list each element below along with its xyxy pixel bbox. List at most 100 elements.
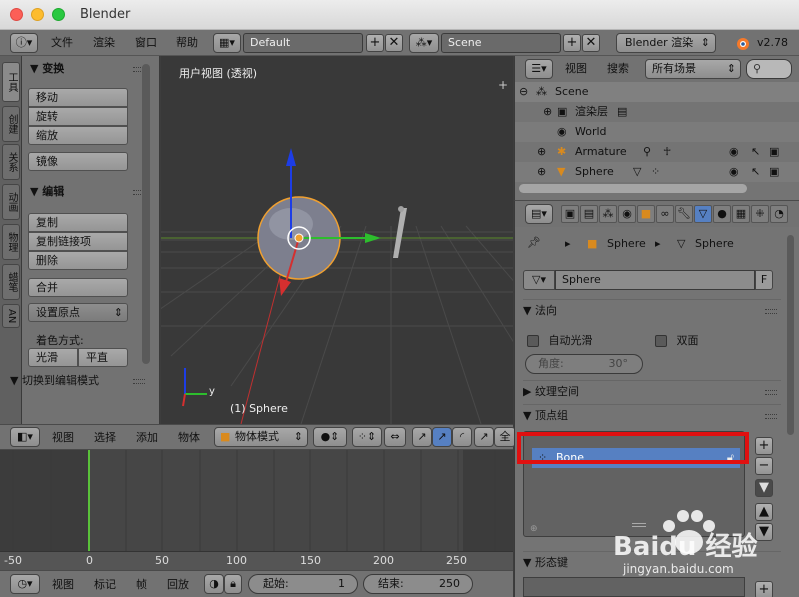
screen-layout-field[interactable]: Default — [243, 33, 363, 53]
panel-grip-icon[interactable] — [765, 414, 777, 419]
y-arrow-icon[interactable] — [365, 233, 381, 243]
mode-dropdown[interactable]: ■ 物体模式 ⇕ — [214, 427, 308, 447]
expand-icon[interactable]: ⊕ — [537, 162, 546, 182]
vertex-group-specials-button[interactable]: ▼ — [755, 479, 773, 497]
world-context-icon[interactable]: ◉ — [618, 205, 636, 223]
rotate-manipulator-button[interactable]: ↗ — [432, 427, 452, 447]
vertex-groups-panel-header[interactable]: ▼ 顶点组 — [523, 404, 781, 426]
render-engine-dropdown[interactable]: Blender 渲染 ⇕ — [616, 33, 716, 53]
preview-range-button[interactable]: ◑ — [204, 574, 224, 594]
duplicate-button[interactable]: 复制 — [28, 213, 128, 232]
pivot-point-button[interactable]: ⁘⇕ — [352, 427, 382, 447]
menu-object[interactable]: 物体 — [178, 428, 200, 448]
window-minimize-button[interactable] — [31, 8, 44, 21]
panel-grip-icon[interactable] — [765, 309, 777, 314]
eye-icon[interactable]: ◉ — [729, 142, 739, 162]
editor-type-outliner-button[interactable]: ☰▾ — [525, 59, 553, 79]
outliner-search-input[interactable]: ⚲ — [746, 59, 792, 79]
end-frame-field[interactable]: 结束: 250 — [363, 574, 473, 594]
shape-key-list[interactable] — [523, 577, 745, 597]
editor-type-3d-button[interactable]: ◧▾ — [10, 427, 40, 447]
delete-button[interactable]: 删除 — [28, 251, 128, 270]
scale-button[interactable]: 缩放 — [28, 126, 128, 145]
lock-range-button[interactable]: 🔒︎ — [224, 574, 242, 594]
outliner-row-armature[interactable]: ⊕ ✱ Armature ⚲ ☥ ◉ ↖ ▣ — [515, 142, 799, 162]
texture-context-icon[interactable]: ▦ — [732, 205, 750, 223]
tab-physics[interactable]: 物理 — [2, 224, 20, 260]
smooth-shading-button[interactable]: 光滑 — [28, 348, 78, 367]
add-vertex-group-button[interactable]: + — [755, 437, 773, 455]
screen-layout-icon-button[interactable]: ▦▾ — [213, 33, 241, 53]
tab-tools[interactable]: 工具 — [2, 62, 20, 102]
cursor-select-icon[interactable]: ↖ — [751, 162, 760, 182]
menu-marker[interactable]: 标记 — [94, 575, 116, 595]
editor-type-properties-button[interactable]: ▤▾ — [525, 204, 553, 224]
outliner-row-scene[interactable]: ⊖ ⁂ Scene — [515, 82, 799, 102]
mirror-button[interactable]: 镜像 — [28, 152, 128, 171]
texture-space-panel-header[interactable]: ▶ 纹理空间 — [523, 380, 781, 402]
add-screen-button[interactable]: + — [366, 34, 384, 52]
armature-bone[interactable] — [393, 208, 407, 258]
transform-orientation-button[interactable]: ↗ — [474, 427, 494, 447]
cursor-select-icon[interactable]: ↖ — [751, 142, 760, 162]
scale-manipulator-button[interactable]: ◜ — [452, 427, 472, 447]
properties-scrollbar[interactable] — [787, 235, 794, 435]
menu-timeline-view[interactable]: 视图 — [52, 575, 74, 595]
menu-frame[interactable]: 帧 — [136, 575, 147, 595]
join-button[interactable]: 合并 — [28, 278, 128, 297]
panel-grip-icon[interactable] — [765, 390, 777, 395]
constraints-context-icon[interactable]: ∞ — [656, 205, 674, 223]
timeline-ruler[interactable]: -50 0 50 100 150 200 250 — [0, 551, 513, 570]
toggle-edit-mode-header[interactable]: ▼ 切换到编辑模式 — [10, 372, 99, 388]
material-context-icon[interactable]: ● — [713, 205, 731, 223]
menu-outliner-search[interactable]: 搜索 — [607, 59, 629, 79]
tab-an[interactable]: AN — [2, 304, 20, 328]
shape-keys-panel-header[interactable]: ▼ 形态键 — [523, 551, 781, 573]
viewport-shading-button[interactable]: ●⇕ — [313, 427, 347, 447]
collapse-icon[interactable]: ⊖ — [519, 82, 528, 102]
panel-grip-icon[interactable] — [133, 379, 145, 384]
normals-panel-header[interactable]: ▼ 法向 — [523, 299, 781, 321]
tab-create[interactable]: 创建 — [2, 106, 20, 142]
camera-render-icon[interactable]: ▣ — [769, 162, 779, 182]
outliner-row-sphere[interactable]: ⊕ ▼ Sphere ▽ ⁘ ◉ ↖ ▣ — [515, 162, 799, 182]
angle-field[interactable]: 角度: 30° — [525, 354, 643, 374]
tool-shelf-scrollbar[interactable] — [142, 64, 150, 364]
flat-shading-button[interactable]: 平直 — [78, 348, 128, 367]
edit-panel-header[interactable]: ▼ 编辑 — [30, 183, 64, 199]
remove-scene-button[interactable]: ✕ — [582, 34, 600, 52]
scene-field[interactable]: Scene — [441, 33, 561, 53]
menu-window[interactable]: 窗口 — [135, 33, 157, 53]
menu-view[interactable]: 视图 — [52, 428, 74, 448]
tab-animation[interactable]: 动画 — [2, 184, 20, 220]
3d-viewport[interactable]: 用户视图 (透视) y (1) Sphere + — [161, 56, 513, 424]
mesh-browse-button[interactable]: ▽▾ — [523, 270, 555, 290]
orientation-dropdown[interactable]: 全局 — [494, 427, 516, 447]
editor-type-info-button[interactable]: ⓘ▾ — [10, 33, 38, 53]
list-filter-icon[interactable]: ⊕ — [530, 524, 538, 534]
remove-screen-button[interactable]: ✕ — [385, 34, 403, 52]
menu-playback[interactable]: 回放 — [167, 575, 189, 595]
tab-grease-pencil[interactable]: 蜡笔 — [2, 264, 20, 300]
outliner-scrollbar[interactable] — [519, 184, 747, 193]
move-button[interactable]: 移动 — [28, 88, 128, 107]
particles-context-icon[interactable]: ⁜ — [751, 205, 769, 223]
pin-icon[interactable]: 📌︎ — [527, 236, 541, 249]
menu-render[interactable]: 渲染 — [93, 33, 115, 53]
add-shape-key-button[interactable]: + — [755, 581, 773, 597]
double-sided-checkbox[interactable]: 双面 — [655, 332, 699, 348]
menu-add[interactable]: 添加 — [136, 428, 158, 448]
translate-manipulator-button[interactable]: ↗ — [412, 427, 432, 447]
set-origin-dropdown[interactable]: 设置原点 ⇕ — [28, 303, 128, 322]
modifiers-context-icon[interactable]: 🔧︎ — [675, 205, 693, 223]
mesh-data-context-icon[interactable]: ▽ — [694, 205, 712, 223]
menu-select[interactable]: 选择 — [94, 428, 116, 448]
tab-relations[interactable]: 关系 — [2, 144, 20, 180]
outliner-row-render-layers[interactable]: ⊕ ▣ 渲染层 ▤ — [515, 102, 799, 122]
auto-smooth-checkbox[interactable]: 自动光滑 — [527, 332, 593, 348]
outliner-filter-dropdown[interactable]: 所有场景 ⇕ — [645, 59, 741, 79]
move-down-button[interactable]: ▼ — [755, 523, 773, 541]
menu-help[interactable]: 帮助 — [176, 33, 198, 53]
render-context-icon[interactable]: ▣ — [561, 205, 579, 223]
eye-icon[interactable]: ◉ — [729, 162, 739, 182]
